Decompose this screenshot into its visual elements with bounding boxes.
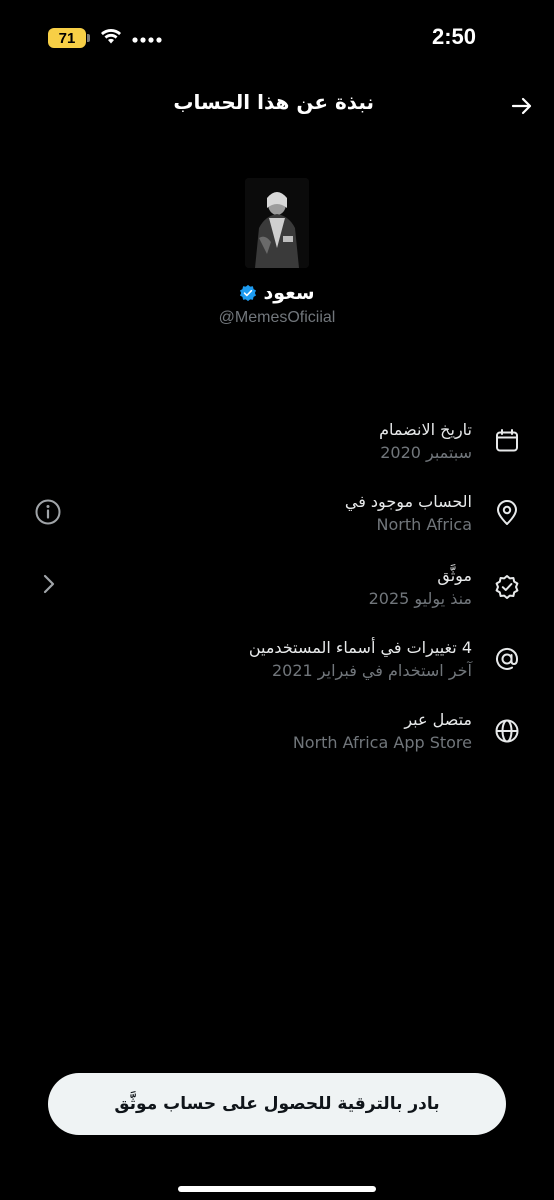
avatar-image — [245, 178, 309, 268]
info-value: North Africa App Store — [292, 733, 472, 752]
info-value: سبتمبر 2020 — [380, 443, 472, 462]
info-row-join-date: تاريخ الانضمام سبتمبر 2020 — [0, 418, 554, 478]
display-name: سعود — [263, 282, 315, 304]
signal-icon — [132, 37, 162, 43]
globe-icon — [495, 719, 519, 743]
battery-icon: 71 — [48, 27, 90, 49]
status-bar: 71 2:50 — [0, 0, 554, 80]
info-value: North Africa — [376, 515, 472, 534]
info-row-connected-via: متصل عبر North Africa App Store — [0, 708, 554, 768]
calendar-icon — [496, 429, 518, 452]
verified-icon — [240, 284, 257, 302]
info-label: 4 تغييرات في أسماء المستخدمين — [248, 638, 472, 657]
chevron-right-icon[interactable] — [40, 572, 58, 596]
info-value: منذ يوليو 2025 — [368, 589, 472, 608]
info-label: متصل عبر — [404, 710, 472, 729]
info-row-verified: موثَّق منذ يوليو 2025 — [0, 564, 554, 624]
avatar[interactable] — [245, 178, 309, 268]
at-sign-icon — [496, 647, 519, 670]
username-handle: @MemesOficiial — [218, 309, 336, 326]
back-button[interactable] — [506, 90, 538, 122]
about-account-screen: 71 2:50 نبذة عن هذا الحساب سعود @MemesOf… — [0, 0, 554, 1200]
display-name-row: سعود — [0, 282, 554, 304]
arrow-right-icon — [511, 97, 532, 115]
home-indicator[interactable] — [178, 1186, 376, 1192]
battery-level: 71 — [48, 28, 86, 48]
info-value: آخر استخدام في فبراير 2021 — [272, 661, 472, 680]
location-pin-icon — [497, 500, 517, 525]
page-title: نبذة عن هذا الحساب — [173, 90, 374, 114]
verified-badge-icon — [495, 575, 519, 599]
wifi-icon — [101, 29, 121, 44]
upgrade-verified-button[interactable]: بادر بالترقية للحصول على حساب موثَّق — [48, 1073, 506, 1135]
info-label: تاريخ الانضمام — [379, 420, 472, 439]
header: نبذة عن هذا الحساب — [0, 84, 554, 128]
info-label: الحساب موجود في — [344, 492, 472, 511]
status-time: 2:50 — [431, 24, 476, 49]
info-row-username-changes: 4 تغييرات في أسماء المستخدمين آخر استخدا… — [0, 636, 554, 696]
info-row-location: الحساب موجود في North Africa — [0, 490, 554, 550]
info-label: موثَّق — [437, 566, 472, 585]
info-circle-icon[interactable] — [34, 498, 62, 526]
